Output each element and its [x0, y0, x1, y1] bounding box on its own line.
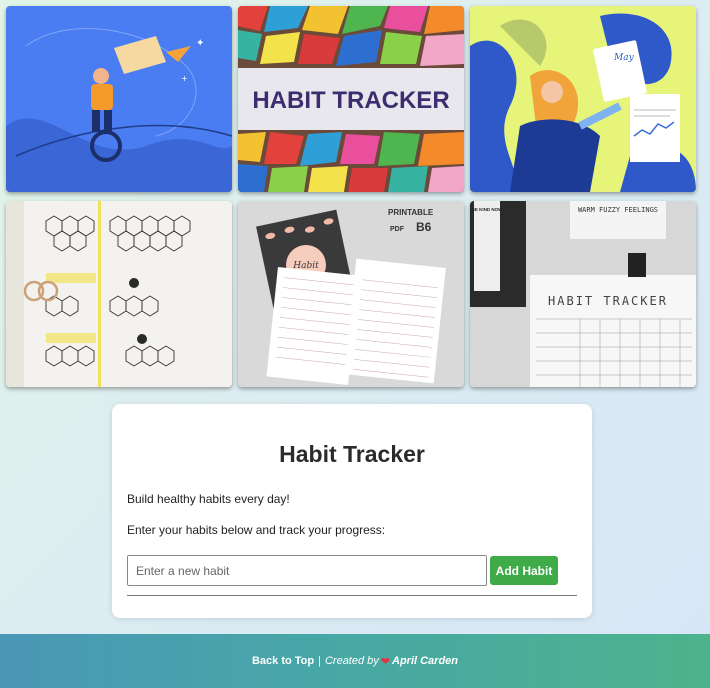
tile-unicycle-illustration[interactable]: ✦ +	[6, 6, 232, 192]
pdf-label: PDF	[390, 226, 405, 233]
svg-text:✦: ✦	[196, 38, 204, 49]
author-name: April Carden	[392, 655, 459, 667]
svg-text:May: May	[613, 53, 635, 63]
printable-planner-image: PRINTABLE PDF B6 Habit	[238, 201, 464, 387]
mosaic-image: HABIT TRACKER	[238, 6, 464, 192]
add-habit-button[interactable]: Add Habit	[490, 556, 558, 585]
photo-banner-text: HABIT TRACKER	[548, 294, 668, 308]
mosaic-banner-text: HABIT TRACKER	[252, 87, 449, 114]
instruction-text: Enter your habits below and track your p…	[127, 523, 386, 537]
tile-hexagon-journal[interactable]	[6, 201, 232, 387]
back-to-top-link[interactable]: Back to Top	[252, 655, 314, 667]
unicycle-illustration-image: ✦ +	[6, 6, 232, 192]
tile-printable-b6[interactable]: PRINTABLE PDF B6 Habit	[238, 201, 464, 387]
heart-icon: ❤	[380, 655, 390, 668]
new-habit-input[interactable]	[127, 555, 487, 586]
page-title: Habit Tracker	[279, 441, 425, 467]
tile-mosaic-habit-tracker[interactable]: HABIT TRACKER	[238, 6, 464, 192]
tagline-text: Build healthy habits every day!	[127, 492, 290, 506]
hexagon-journal-image	[6, 201, 232, 387]
printable-label: PRINTABLE	[388, 208, 434, 217]
photo-small-caption: WARM FUZZY FEELINGS	[578, 206, 658, 214]
page-footer: Back to Top | Created by ❤ April Carden	[0, 634, 710, 688]
habit-list-divider	[127, 595, 577, 596]
tile-woman-planner-illustration[interactable]: May	[470, 6, 696, 192]
svg-text:+: +	[181, 74, 188, 83]
tile-photo-habit-tracker[interactable]: BE KIND NOW WARM FUZZY FEELINGS HABIT TR…	[470, 201, 696, 387]
habit-tracker-photo-image: BE KIND NOW WARM FUZZY FEELINGS HABIT TR…	[470, 201, 696, 387]
b6-label: B6	[416, 220, 432, 234]
woman-planner-image: May	[470, 6, 696, 192]
photo-sign-text: BE KIND NOW	[472, 207, 504, 212]
image-gallery: ✦ + HABIT TRACKER May PRINTABLE PDF B6 H…	[6, 6, 696, 387]
footer-separator: |	[318, 655, 321, 667]
created-by-text: Created by	[324, 655, 379, 667]
habit-tracker-card: Habit Tracker Build healthy habits every…	[112, 404, 592, 618]
